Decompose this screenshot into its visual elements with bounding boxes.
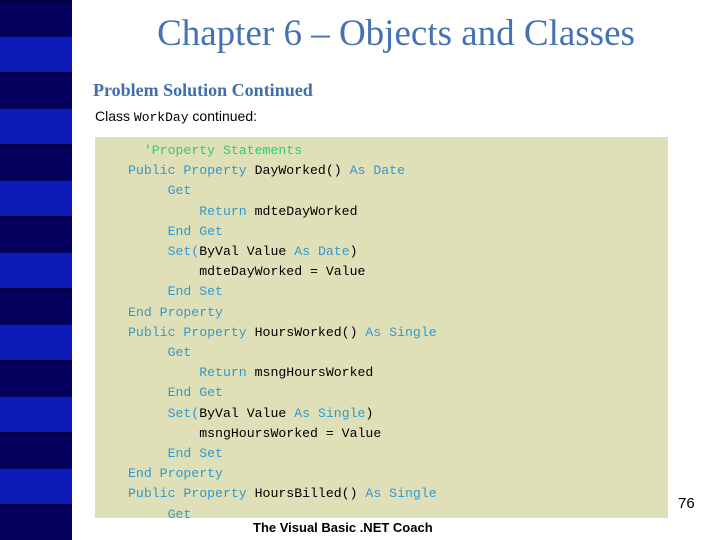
- sidebar-stripe: [0, 252, 72, 288]
- code-token: msngHoursWorked: [254, 365, 374, 381]
- footer-book-title: The Visual Basic .NET Coach: [253, 520, 433, 535]
- code-line: Get: [128, 343, 437, 363]
- code-token: Public Property: [128, 486, 255, 502]
- intro-prefix: Class: [95, 108, 134, 124]
- sidebar-stripe-divider: [0, 144, 72, 145]
- sidebar-stripe: [0, 504, 72, 540]
- code-token: mdteDayWorked: [254, 203, 358, 219]
- sidebar-stripe: [0, 288, 72, 324]
- sidebar-stripe-divider: [0, 360, 72, 361]
- code-token: HoursWorked(): [254, 324, 358, 340]
- intro-suffix: continued:: [188, 108, 258, 124]
- code-line: Public Property HoursWorked() As Single: [128, 323, 437, 343]
- code-token: End Set: [128, 446, 223, 462]
- code-line: mdteDayWorked = Value: [128, 262, 437, 282]
- sidebar-stripe: [0, 36, 72, 72]
- sidebar-stripe: [0, 468, 72, 504]
- code-token: As Single: [357, 486, 437, 502]
- code-line: End Property: [128, 464, 437, 484]
- sidebar-stripe-divider: [0, 72, 72, 73]
- code-line: msngHoursWorked = Value: [128, 424, 437, 444]
- sidebar-stripe: [0, 144, 72, 180]
- code-token: End Get: [128, 385, 223, 401]
- code-token: As Date: [286, 244, 350, 260]
- code-token: Public Property: [128, 163, 255, 179]
- code-token: ): [349, 244, 358, 260]
- sidebar-stripe: [0, 72, 72, 108]
- code-token: HoursBilled(): [254, 486, 358, 502]
- code-line: Get: [128, 181, 437, 201]
- page-number: 76: [678, 495, 695, 512]
- code-token: Public Property: [128, 324, 255, 340]
- code-token: msngHoursWorked = Value: [128, 425, 382, 441]
- code-block: 'Property Statements Public Property DayW…: [95, 137, 668, 518]
- code-token: mdteDayWorked = Value: [128, 264, 366, 280]
- sidebar-stripe-divider: [0, 324, 72, 325]
- code-line: Public Property DayWorked() As Date: [128, 161, 437, 181]
- code-token: Property Statements: [151, 143, 303, 158]
- sidebar-stripe-divider: [0, 36, 72, 37]
- sidebar-stripe-divider: [0, 504, 72, 505]
- code-token: As Single: [286, 405, 366, 421]
- code-token: ByVal Value: [199, 405, 287, 421]
- code-line: End Set: [128, 444, 437, 464]
- code-line: End Set: [128, 282, 437, 302]
- page-title: Chapter 6 – Objects and Classes: [157, 13, 635, 54]
- code-token: Get: [128, 183, 192, 199]
- code-token: Get: [128, 506, 192, 518]
- code-line: Return msngHoursWorked: [128, 363, 437, 383]
- code-token: ByVal Value: [199, 244, 287, 260]
- sidebar-stripe-divider: [0, 288, 72, 289]
- code-listing: 'Property Statements Public Property DayW…: [128, 141, 437, 518]
- decorative-sidebar: [0, 0, 72, 540]
- sidebar-stripe-divider: [0, 108, 72, 109]
- sidebar-stripe-divider: [0, 468, 72, 469]
- code-token: End Property: [128, 466, 223, 482]
- sidebar-stripe: [0, 180, 72, 216]
- code-token: Return: [128, 203, 255, 219]
- code-line: Set(ByVal Value As Date): [128, 242, 437, 262]
- sidebar-stripe: [0, 216, 72, 252]
- code-token: DayWorked(): [254, 163, 342, 179]
- sidebar-stripe-divider: [0, 432, 72, 433]
- code-token: ': [128, 143, 152, 158]
- code-token: End Set: [128, 284, 223, 300]
- code-token: As Single: [357, 324, 437, 340]
- sidebar-stripe-divider: [0, 180, 72, 181]
- code-token: End Property: [128, 304, 223, 320]
- sidebar-stripe-divider: [0, 252, 72, 253]
- intro-class-name: WorkDay: [133, 110, 189, 125]
- code-token: As Date: [341, 163, 405, 179]
- code-token: End Get: [128, 223, 223, 239]
- sidebar-stripe: [0, 108, 72, 144]
- sidebar-stripe: [0, 324, 72, 360]
- sidebar-stripe: [0, 432, 72, 468]
- code-token: Return: [128, 365, 255, 381]
- sidebar-stripe-divider: [0, 0, 72, 1]
- sidebar-stripe: [0, 396, 72, 432]
- code-token: ): [365, 405, 374, 421]
- code-line: End Property: [128, 303, 437, 323]
- code-line: End Get: [128, 383, 437, 403]
- code-line: Return mdteDayWorked: [128, 202, 437, 222]
- code-token: Get: [128, 345, 192, 361]
- sidebar-stripe-divider: [0, 396, 72, 397]
- section-heading: Problem Solution Continued: [93, 80, 313, 100]
- intro-line: Class WorkDay continued:: [95, 108, 257, 125]
- code-line: Public Property HoursBilled() As Single: [128, 484, 437, 504]
- code-line: 'Property Statements: [128, 141, 437, 161]
- sidebar-stripe: [0, 0, 72, 36]
- sidebar-stripe-divider: [0, 216, 72, 217]
- code-line: Set(ByVal Value As Single): [128, 404, 437, 424]
- slide-canvas: Chapter 6 – Objects and Classes Problem …: [0, 0, 720, 540]
- sidebar-stripe: [0, 360, 72, 396]
- code-line: Get: [128, 505, 437, 518]
- code-token: Set(: [128, 244, 200, 260]
- code-token: Set(: [128, 405, 200, 421]
- code-line: End Get: [128, 222, 437, 242]
